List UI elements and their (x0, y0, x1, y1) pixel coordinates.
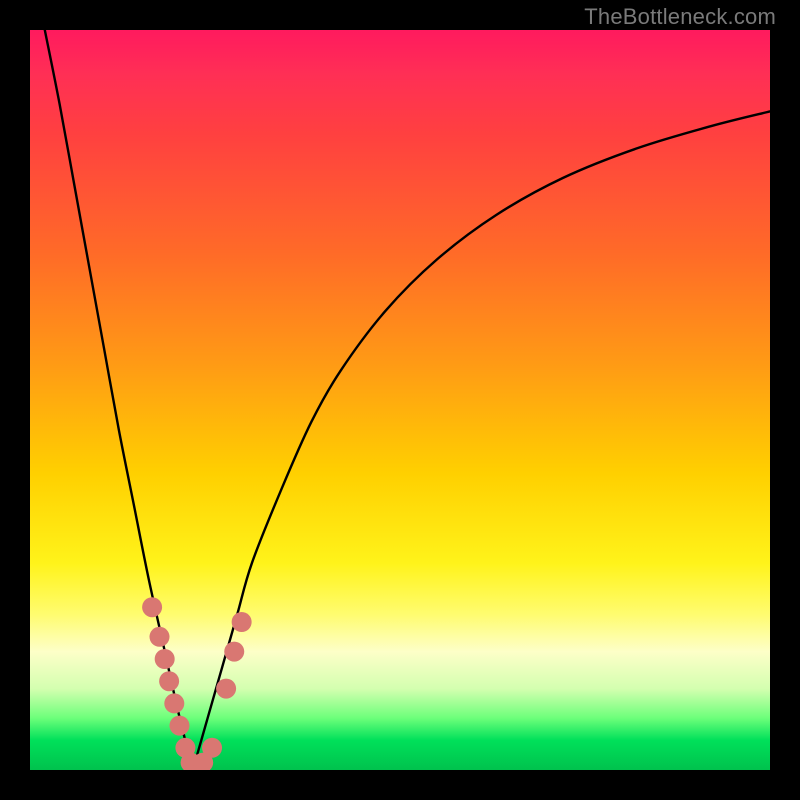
data-marker (216, 679, 236, 699)
plot-area (30, 30, 770, 770)
chart-svg (30, 30, 770, 770)
watermark-text: TheBottleneck.com (584, 4, 776, 30)
data-marker (202, 738, 222, 758)
outer-frame: TheBottleneck.com (0, 0, 800, 800)
curve-right-branch (193, 111, 770, 770)
data-marker (150, 627, 170, 647)
data-marker (155, 649, 175, 669)
data-marker (159, 671, 179, 691)
data-marker (224, 642, 244, 662)
data-marker (232, 612, 252, 632)
data-marker (142, 597, 162, 617)
data-marker (164, 693, 184, 713)
data-marker (169, 716, 189, 736)
